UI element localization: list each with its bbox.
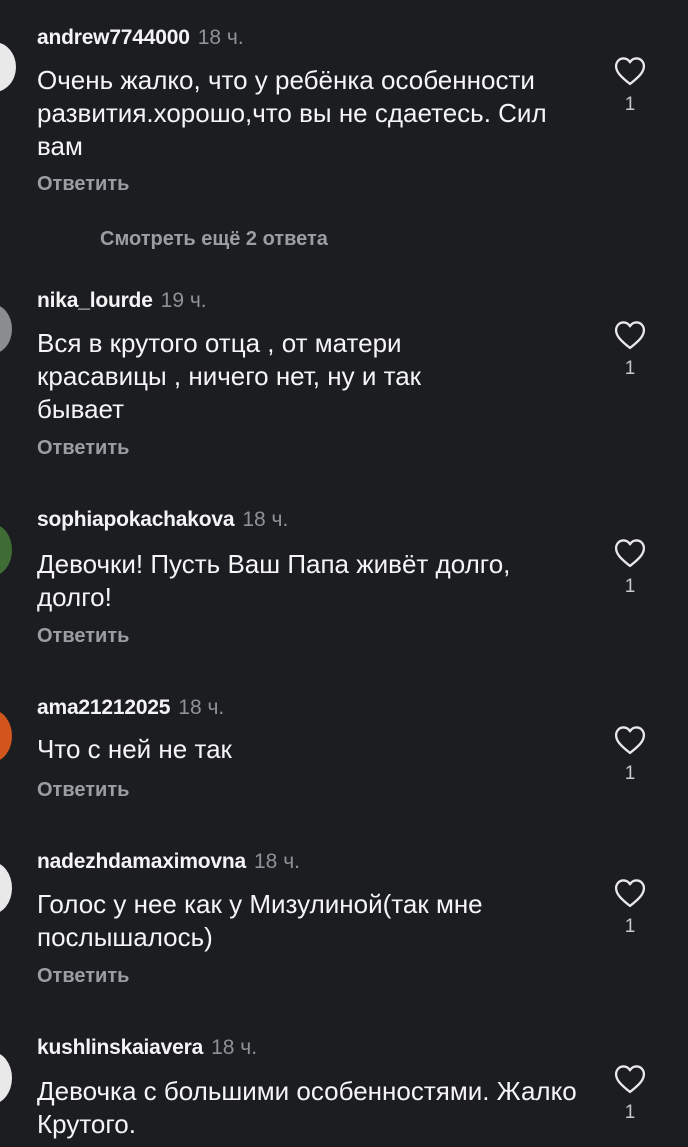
comment-text: Девочка с большими особенностями. Жалко … bbox=[37, 1076, 577, 1139]
timestamp: 19 ч. bbox=[160, 289, 207, 312]
like-button[interactable]: 1 bbox=[608, 320, 652, 380]
reply-button[interactable]: Ответить bbox=[37, 437, 129, 460]
avatar[interactable] bbox=[0, 304, 12, 354]
comment-meta: nika_lourde 19 ч. bbox=[37, 289, 207, 313]
avatar[interactable] bbox=[0, 42, 16, 92]
username[interactable]: kushlinskaiavera bbox=[37, 1036, 203, 1059]
reply-button[interactable]: Ответить bbox=[37, 173, 129, 196]
avatar[interactable] bbox=[0, 710, 12, 762]
comment-meta: kushlinskaiavera 18 ч. bbox=[37, 1036, 257, 1060]
username[interactable]: andrew7744000 bbox=[37, 26, 190, 49]
comment-text: Что с ней не так bbox=[37, 734, 232, 764]
comment-text: Очень жалко, что у ребёнка особенности р… bbox=[37, 65, 547, 161]
comment-meta: andrew7744000 18 ч. bbox=[37, 26, 244, 50]
username[interactable]: sophiapokachakova bbox=[37, 508, 235, 531]
comment-meta: ama21212025 18 ч. bbox=[37, 696, 224, 720]
timestamp: 18 ч. bbox=[254, 850, 300, 873]
like-count: 1 bbox=[624, 576, 636, 597]
heart-outline-icon bbox=[614, 57, 646, 86]
like-count: 1 bbox=[624, 916, 636, 937]
view-more-replies-button[interactable]: Смотреть ещё 2 ответа bbox=[100, 228, 328, 251]
comment-text: Вся в крутого отца , от матери красавицы… bbox=[37, 328, 422, 424]
heart-outline-icon bbox=[614, 321, 646, 350]
timestamp: 18 ч. bbox=[197, 26, 244, 49]
heart-outline-icon bbox=[614, 539, 646, 568]
comment-meta: nadezhdamaximovna 18 ч. bbox=[37, 850, 300, 874]
reply-button[interactable]: Ответить bbox=[37, 779, 129, 802]
like-button[interactable]: 1 bbox=[608, 878, 652, 938]
reply-button[interactable]: Ответить bbox=[37, 965, 129, 988]
timestamp: 18 ч. bbox=[178, 696, 225, 719]
username[interactable]: nadezhdamaximovna bbox=[37, 850, 246, 873]
like-count: 1 bbox=[624, 358, 636, 379]
like-button[interactable]: 1 bbox=[608, 725, 652, 785]
reply-button[interactable]: Ответить bbox=[37, 625, 129, 648]
heart-outline-icon bbox=[614, 879, 646, 908]
comment-text: Голос у нее как у Мизулиной(так мне посл… bbox=[37, 889, 483, 952]
like-button[interactable]: 1 bbox=[608, 56, 652, 116]
timestamp: 18 ч. bbox=[211, 1036, 258, 1059]
comment-meta: sophiapokachakova 18 ч. bbox=[37, 508, 288, 532]
heart-outline-icon bbox=[614, 726, 646, 755]
username[interactable]: ama21212025 bbox=[37, 696, 170, 719]
username[interactable]: nika_lourde bbox=[37, 289, 153, 312]
like-count: 1 bbox=[624, 94, 636, 115]
like-count: 1 bbox=[624, 763, 636, 784]
avatar[interactable] bbox=[0, 524, 12, 576]
like-button[interactable]: 1 bbox=[608, 1064, 652, 1124]
timestamp: 18 ч. bbox=[242, 508, 289, 531]
avatar[interactable] bbox=[0, 1052, 12, 1104]
comment-text: Девочки! Пусть Ваш Папа живёт долго, дол… bbox=[37, 549, 511, 612]
comment-item: andrew7744000 18 ч. Очень жалко, что у ре… bbox=[0, 0, 688, 260]
like-button[interactable]: 1 bbox=[608, 538, 652, 598]
heart-outline-icon bbox=[614, 1065, 646, 1094]
avatar[interactable] bbox=[0, 862, 12, 914]
like-count: 1 bbox=[624, 1102, 636, 1123]
